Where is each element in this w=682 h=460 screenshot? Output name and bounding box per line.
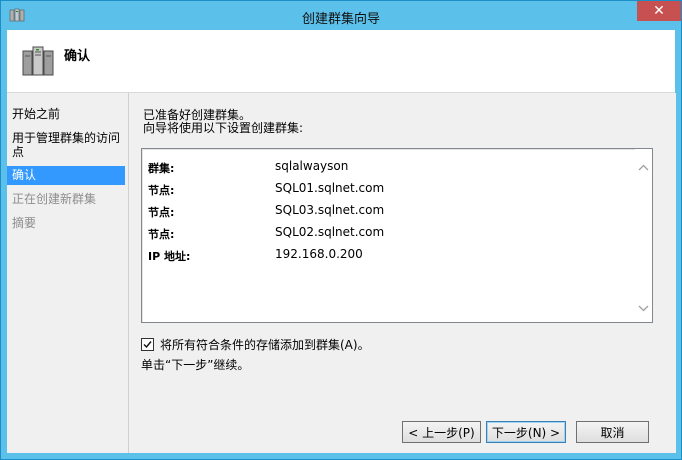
scroll-down-icon[interactable] [637,302,650,314]
step-access-point[interactable]: 用于管理群集的访问点 [7,131,125,159]
wizard-step-list: 开始之前 用于管理群集的访问点 确认 正在创建新群集 摘要 [7,93,127,453]
step-before-you-begin[interactable]: 开始之前 [7,107,125,121]
setting-key: IP 地址: [148,250,191,263]
setting-key: 节点: [148,228,175,241]
setting-value: SQL01.sqlnet.com [275,181,385,195]
setting-value: sqlalwayson [275,159,349,173]
step-creating-cluster: 正在创建新群集 [12,192,97,206]
cluster-servers-icon [22,46,54,76]
close-icon: ✕ [653,3,665,19]
previous-button[interactable]: < 上一步(P) [402,421,481,443]
wizard-content: 确认 开始之前 用于管理群集的访问点 确认 正在创建新群集 摘要 已准备好创建群… [7,30,676,453]
continue-instruction: 单击“下一步”继续。 [141,358,250,372]
confirmation-panel: 已准备好创建群集。 向导将使用以下设置创建群集: 群集: sqlalwayson… [128,93,676,453]
vertical-scrollbar[interactable] [635,149,652,322]
window-title: 创建群集向导 [301,12,380,27]
settings-listbox[interactable]: 群集: sqlalwayson 节点: SQL01.sqlnet.com 节点:… [141,148,653,323]
cancel-button[interactable]: 取消 [576,421,649,443]
add-storage-checkbox[interactable] [141,338,154,351]
next-button[interactable]: 下一步(N) > [486,421,566,443]
setting-key: 节点: [148,184,175,197]
step-confirmation[interactable]: 确认 [7,166,125,185]
setting-value: 192.168.0.200 [275,247,363,261]
wizard-header: 确认 [7,30,675,93]
setting-value: SQL02.sqlnet.com [275,225,385,239]
add-storage-option[interactable]: 将所有符合条件的存储添加到群集(A)。 [141,336,370,353]
step-summary: 摘要 [12,216,37,230]
title-bar[interactable]: 创建群集向导 ✕ [1,1,681,30]
scroll-up-icon[interactable] [637,162,650,174]
checkmark-icon [143,341,152,349]
add-storage-label[interactable]: 将所有符合条件的存储添加到群集(A)。 [160,336,370,353]
intro-settings-text: 向导将使用以下设置创建群集: [143,121,304,135]
setting-key: 群集: [148,162,175,175]
setting-value: SQL03.sqlnet.com [275,203,385,217]
setting-key: 节点: [148,206,175,219]
page-title: 确认 [64,49,91,64]
wizard-window: 创建群集向导 ✕ 确认 开始之前 用于管理群集的访问点 确认 正在创建新群集 摘… [0,0,682,460]
close-button[interactable]: ✕ [637,1,681,21]
